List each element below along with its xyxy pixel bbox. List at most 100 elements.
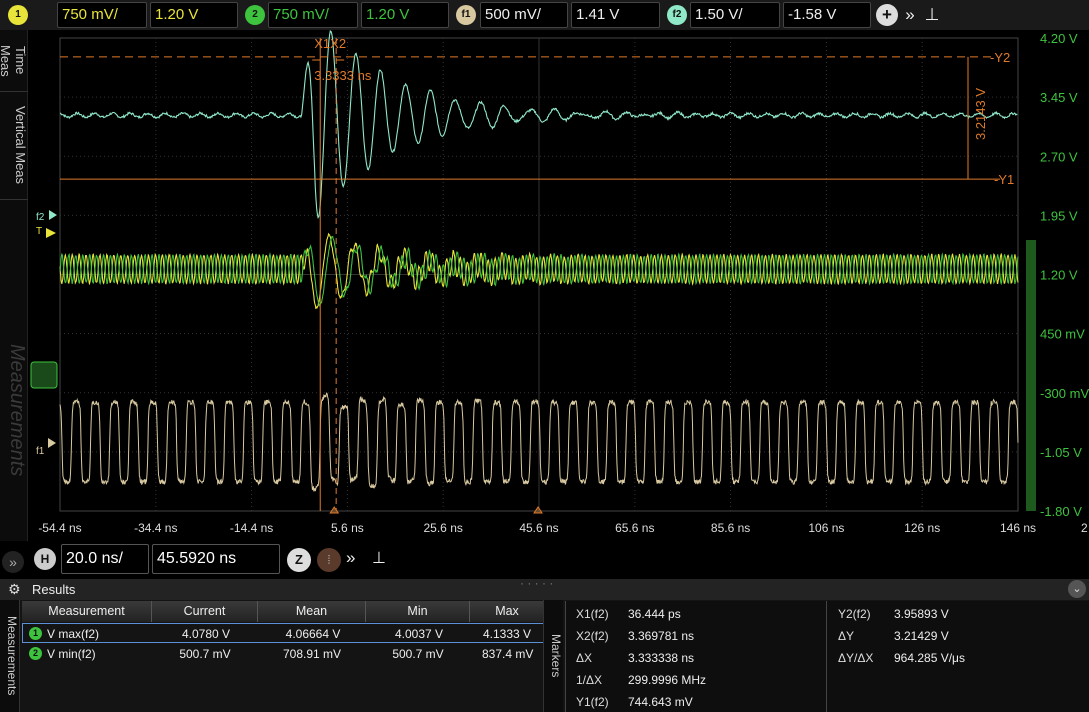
waveform-display[interactable]: X1 X2 3.3333 ns -Y2 -Y1 3.2143 V -54.4 ns -34.… bbox=[0, 30, 1089, 541]
x-tick-label: -34.4 ns bbox=[134, 521, 177, 535]
row-name: V min(f2) bbox=[47, 647, 96, 661]
marker-value: 3.369781 ns bbox=[628, 629, 695, 643]
x-tick-label: 5.6 ns bbox=[331, 521, 364, 535]
y-tick-label: -1.80 V bbox=[1040, 504, 1082, 519]
marker-value: 744.643 mV bbox=[628, 695, 693, 709]
y-tick-label: -300 mV bbox=[1040, 386, 1089, 401]
marker-value: 3.21429 V bbox=[894, 629, 949, 643]
row-mean: 708.91 mV bbox=[282, 647, 342, 661]
channel-2-scale[interactable]: 750 mV/ bbox=[268, 2, 358, 28]
settings-gear-icon[interactable]: ⚙ bbox=[8, 579, 21, 600]
horizontal-reference-marker bbox=[533, 506, 543, 514]
row-badge: 2 bbox=[29, 647, 42, 660]
row-max: 4.1333 V bbox=[483, 627, 532, 641]
timebase-position-field[interactable]: 45.5920 ns bbox=[152, 544, 280, 574]
segment-icon[interactable]: ⦙ bbox=[317, 548, 341, 572]
x-tick-label: 106 ns bbox=[808, 521, 844, 535]
row-name: V max(f2) bbox=[47, 627, 100, 641]
x-tick-label: -54.4 ns bbox=[38, 521, 81, 535]
t-marker-label: T bbox=[36, 226, 42, 237]
marker-label: ΔY bbox=[838, 629, 855, 643]
channel-toolbar: 1 750 mV/ 1.20 V 2 750 mV/ 1.20 V f1 500… bbox=[0, 0, 1089, 30]
cursor-y2-label: -Y2 bbox=[990, 50, 1010, 65]
add-channel-icon[interactable]: + bbox=[876, 4, 898, 26]
function-1-icon[interactable]: f1 bbox=[456, 5, 476, 25]
x-tick-label: 146 ns bbox=[1000, 521, 1036, 535]
channel-1-icon[interactable]: 1 bbox=[8, 5, 28, 25]
results-header: ⚙ Results · · · · · ⌄ bbox=[0, 576, 1089, 600]
col-current[interactable]: Current bbox=[152, 601, 258, 622]
timebase-scale-field[interactable]: 20.0 ns/ bbox=[61, 544, 149, 574]
horizontal-badge[interactable]: H bbox=[34, 548, 56, 570]
f1-marker bbox=[48, 438, 56, 448]
delta-y-label: 3.2143 V bbox=[973, 88, 988, 140]
function-2-icon[interactable]: f2 bbox=[667, 5, 687, 25]
table-row[interactable]: 2 V min(f2) 500.7 mV 708.91 mV 500.7 mV … bbox=[22, 644, 544, 664]
expand-chevron-icon[interactable]: » bbox=[899, 4, 921, 26]
x-tick-label-extra: 2 bbox=[1081, 521, 1088, 535]
zoom-icon[interactable]: Z bbox=[287, 548, 311, 572]
marker-label: ΔY/ΔX bbox=[838, 651, 874, 665]
collapse-left-icon[interactable]: » bbox=[2, 551, 24, 573]
function-1-offset[interactable]: 1.41 V bbox=[571, 2, 660, 28]
x-tick-label: 126 ns bbox=[904, 521, 940, 535]
trigger-marker bbox=[46, 228, 56, 238]
results-panel: ⚙ Results · · · · · ⌄ Measurements Measu… bbox=[0, 576, 1089, 712]
cursor-y1-label: -Y1 bbox=[994, 172, 1014, 187]
x-tick-label: 25.6 ns bbox=[424, 521, 463, 535]
channel-2-ground-marker bbox=[30, 361, 58, 389]
marker-value: 36.444 ps bbox=[628, 607, 681, 621]
x-tick-label: 45.6 ns bbox=[519, 521, 558, 535]
y-tick-label: 1.95 V bbox=[1040, 208, 1078, 223]
y-tick-label: 4.20 V bbox=[1040, 31, 1078, 46]
measurements-side-tab[interactable]: Measurements bbox=[0, 600, 20, 712]
marker-value: 3.95893 V bbox=[894, 607, 949, 621]
channel-1-scale[interactable]: 750 mV/ bbox=[57, 2, 147, 28]
marker-label: Y1(f2) bbox=[576, 695, 609, 709]
row-min: 500.7 mV bbox=[392, 647, 444, 661]
y-tick-label: 2.70 V bbox=[1040, 149, 1078, 164]
markers-side-tab[interactable]: Markers bbox=[543, 600, 563, 712]
marker-label: ΔX bbox=[576, 651, 593, 665]
row-min: 4.0037 V bbox=[394, 627, 444, 641]
function-2-scale[interactable]: 1.50 V/ bbox=[690, 2, 780, 28]
markers-readout: X1(f2) 36.444 ps X2(f2) 3.369781 ns ΔX 3… bbox=[565, 601, 1089, 712]
marker-value: 964.285 V/μs bbox=[894, 651, 965, 665]
marker-label: 1/ΔX bbox=[576, 673, 603, 687]
y-tick-label: 450 mV bbox=[1040, 327, 1085, 342]
row-current: 4.0780 V bbox=[181, 627, 231, 641]
collapse-panel-icon[interactable]: ⌄ bbox=[1068, 580, 1086, 598]
row-current: 500.7 mV bbox=[179, 647, 231, 661]
marker-value: 3.333338 ns bbox=[628, 651, 695, 665]
markers-divider bbox=[826, 601, 827, 712]
channel-markers: f2 Tf1 bbox=[30, 210, 58, 457]
cursor-x2-label: X2 bbox=[330, 36, 346, 51]
marker-label: Y2(f2) bbox=[838, 607, 871, 621]
function-1-scale[interactable]: 500 mV/ bbox=[480, 2, 568, 28]
row-max: 837.4 mV bbox=[482, 647, 534, 661]
x-tick-label: 85.6 ns bbox=[711, 521, 750, 535]
marker-label: X2(f2) bbox=[576, 629, 609, 643]
delta-x-label: 3.3333 ns bbox=[314, 68, 372, 83]
col-max[interactable]: Max bbox=[470, 601, 544, 622]
function-2-offset[interactable]: -1.58 V bbox=[783, 2, 871, 28]
pin-icon[interactable]: ⊥ bbox=[921, 4, 943, 26]
expand-chevron-icon[interactable]: » bbox=[346, 548, 355, 568]
table-row[interactable]: 1 V max(f2) 4.0780 V 4.06664 V 4.0037 V … bbox=[22, 623, 544, 643]
panel-grip-icon[interactable]: · · · · · bbox=[520, 573, 553, 594]
results-title: Results bbox=[32, 582, 76, 597]
cursor-x1-label: X1 bbox=[314, 36, 330, 51]
row-mean: 4.06664 V bbox=[285, 627, 341, 641]
pin-icon[interactable]: ⊥ bbox=[372, 548, 386, 568]
col-measurement[interactable]: Measurement bbox=[22, 601, 152, 622]
y-tick-label: -1.05 V bbox=[1040, 445, 1082, 460]
x-tick-label: -14.4 ns bbox=[230, 521, 273, 535]
f1-marker-label: f1 bbox=[36, 446, 45, 457]
col-mean[interactable]: Mean bbox=[258, 601, 366, 622]
channel-2-icon[interactable]: 2 bbox=[245, 5, 265, 25]
channel-1-offset[interactable]: 1.20 V bbox=[150, 2, 238, 28]
y-tick-label: 1.20 V bbox=[1040, 268, 1078, 283]
channel-2-offset[interactable]: 1.20 V bbox=[361, 2, 449, 28]
y-tick-label: 3.45 V bbox=[1040, 90, 1078, 105]
col-min[interactable]: Min bbox=[366, 601, 470, 622]
